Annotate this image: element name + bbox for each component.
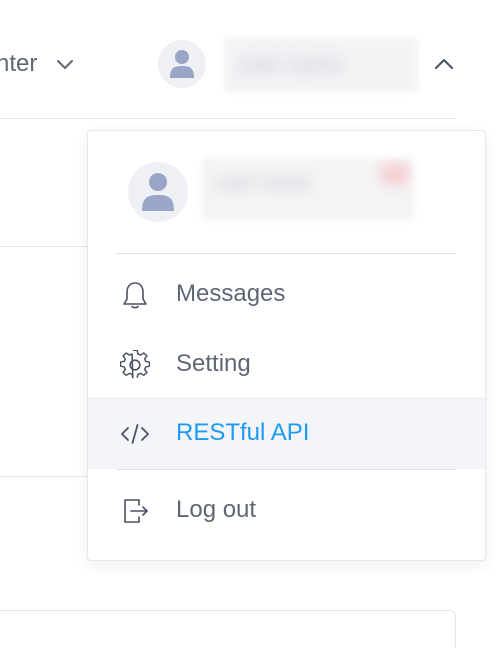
- dropdown-avatar: [128, 162, 188, 222]
- menu-item-label: Setting: [176, 350, 251, 377]
- top-header: nter user name: [0, 0, 496, 120]
- menu-item-messages[interactable]: Messages: [88, 259, 485, 329]
- menu-item-label: Messages: [176, 280, 286, 307]
- code-icon: [121, 424, 149, 444]
- header-menu-label: nter: [0, 50, 38, 77]
- bell-icon: [123, 282, 147, 309]
- chevron-up-icon[interactable]: [430, 50, 458, 78]
- gear-icon: [120, 350, 150, 379]
- menu-item-logout[interactable]: Log out: [88, 475, 485, 545]
- user-icon: [170, 50, 194, 78]
- logout-icon: [124, 499, 148, 523]
- header-username-text: user name: [238, 52, 342, 77]
- chevron-down-icon: [57, 60, 74, 69]
- menu-divider: [116, 469, 456, 470]
- menu-item-restful-api[interactable]: RESTful API: [88, 397, 485, 469]
- header-avatar[interactable]: [158, 40, 206, 88]
- menu-divider: [116, 253, 456, 254]
- dropdown-username-text: user name: [216, 172, 311, 194]
- menu-item-label: Log out: [176, 496, 257, 523]
- header-menu-center[interactable]: nter: [0, 46, 77, 82]
- menu-item-setting[interactable]: Setting: [88, 329, 485, 399]
- content-divider: [0, 246, 100, 247]
- header-username[interactable]: user name: [224, 38, 418, 92]
- user-icon: [142, 173, 174, 211]
- content-divider: [0, 476, 100, 477]
- menu-item-label: RESTful API: [176, 419, 310, 446]
- dropdown-username: user name: [202, 158, 414, 220]
- user-dropdown-menu: user name Messages Setting RESTful API L…: [87, 130, 486, 561]
- header-divider: [0, 118, 456, 119]
- content-card: [0, 610, 456, 648]
- app-stage: nter user name user name Messages Settin…: [0, 0, 496, 648]
